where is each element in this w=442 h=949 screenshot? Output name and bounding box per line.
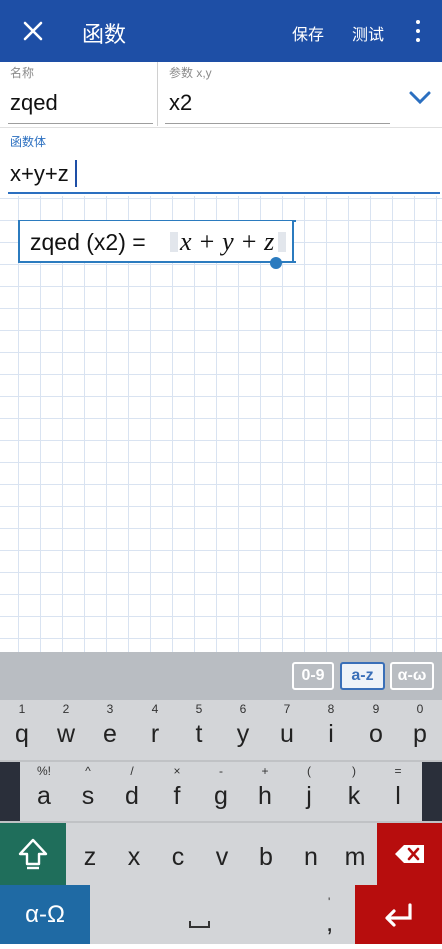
- section-divider: [0, 127, 442, 128]
- key-c[interactable]: c: [156, 823, 200, 883]
- row-edge-right: [422, 762, 442, 822]
- name-field[interactable]: zqed: [10, 90, 58, 116]
- key-q[interactable]: 1q: [0, 700, 44, 760]
- key-a[interactable]: %! a: [22, 762, 66, 822]
- key-k[interactable]: ) k: [332, 762, 376, 822]
- chevron-down-icon: [409, 91, 431, 105]
- key-x[interactable]: x: [112, 823, 156, 883]
- formula-definition: zqed (x2) =: [30, 229, 146, 255]
- params-label: 参数 x,y: [169, 66, 212, 80]
- name-label: 名称: [10, 66, 35, 80]
- key-o[interactable]: 9o: [354, 700, 398, 760]
- backspace-icon: [395, 845, 424, 863]
- key-d[interactable]: / d: [110, 762, 154, 822]
- key-y[interactable]: 6y: [221, 700, 265, 760]
- formula-expression: x + y + z: [180, 227, 275, 256]
- function-body-label: 函数体: [10, 135, 47, 149]
- key-m[interactable]: m: [333, 823, 377, 883]
- key-w[interactable]: 2w: [44, 700, 88, 760]
- test-button[interactable]: 测试: [352, 21, 384, 45]
- function-body-field[interactable]: x+y+z: [10, 161, 69, 187]
- greek-uppercase-key[interactable]: α-Ω: [0, 885, 90, 944]
- function-body-underline: [8, 192, 440, 194]
- key-z[interactable]: z: [68, 823, 112, 883]
- save-button[interactable]: 保存: [292, 21, 324, 45]
- key-t[interactable]: 5t: [177, 700, 221, 760]
- key-u[interactable]: 7u: [265, 700, 309, 760]
- key-i[interactable]: 8i: [309, 700, 353, 760]
- mode-greek-button[interactable]: α-ω: [390, 662, 434, 690]
- more-vert-icon: [416, 20, 420, 24]
- space-icon: [189, 921, 210, 928]
- key-h[interactable]: + h: [243, 762, 287, 822]
- key-r[interactable]: 4r: [133, 700, 177, 760]
- formula-placeholder-box: [278, 232, 286, 252]
- enter-key[interactable]: [355, 885, 442, 944]
- key-comma[interactable]: ,: [326, 907, 333, 938]
- mode-numbers-button[interactable]: 0-9: [292, 662, 334, 690]
- keyboard-row-2: %! a ^ s / d × f -g + h (j ) k = l: [0, 762, 442, 822]
- key-j[interactable]: (j: [287, 762, 331, 822]
- shift-key[interactable]: [0, 823, 66, 885]
- shift-icon: [18, 838, 48, 870]
- more-options-button[interactable]: [406, 16, 430, 46]
- key-b[interactable]: b: [244, 823, 288, 883]
- page-title: 函数: [82, 22, 127, 47]
- formula-preview[interactable]: zqed (x2) = x + y + z: [18, 221, 294, 261]
- backspace-key[interactable]: [377, 823, 442, 885]
- selection-handle[interactable]: [270, 257, 282, 269]
- row-edge-left: [0, 762, 20, 822]
- params-field[interactable]: x2: [169, 90, 192, 116]
- graph-grid[interactable]: [0, 196, 442, 652]
- formula-border-bottom: [18, 261, 296, 263]
- formula-placeholder-box: [170, 232, 178, 252]
- close-icon: [23, 21, 43, 41]
- space-key[interactable]: ' ,: [90, 885, 355, 944]
- params-dropdown-button[interactable]: [406, 85, 434, 109]
- mode-latin-button[interactable]: a-z: [340, 662, 385, 690]
- field-divider: [157, 62, 158, 126]
- keyboard-row-3: z x c v b n m: [0, 823, 442, 885]
- key-n[interactable]: n: [289, 823, 333, 883]
- text-cursor: [75, 160, 77, 187]
- key-f[interactable]: × f: [155, 762, 199, 822]
- keyboard-row-1: 1q 2w 3e 4r 5t 6y 7u 8i 9o 0p: [0, 700, 442, 760]
- key-l[interactable]: = l: [376, 762, 420, 822]
- key-s[interactable]: ^ s: [66, 762, 110, 822]
- close-button[interactable]: [14, 12, 52, 50]
- key-p[interactable]: 0p: [398, 700, 442, 760]
- enter-icon: [385, 903, 412, 927]
- name-field-underline: [8, 123, 153, 124]
- params-field-underline: [165, 123, 390, 124]
- key-g[interactable]: -g: [199, 762, 243, 822]
- key-v[interactable]: v: [200, 823, 244, 883]
- key-e[interactable]: 3e: [88, 700, 132, 760]
